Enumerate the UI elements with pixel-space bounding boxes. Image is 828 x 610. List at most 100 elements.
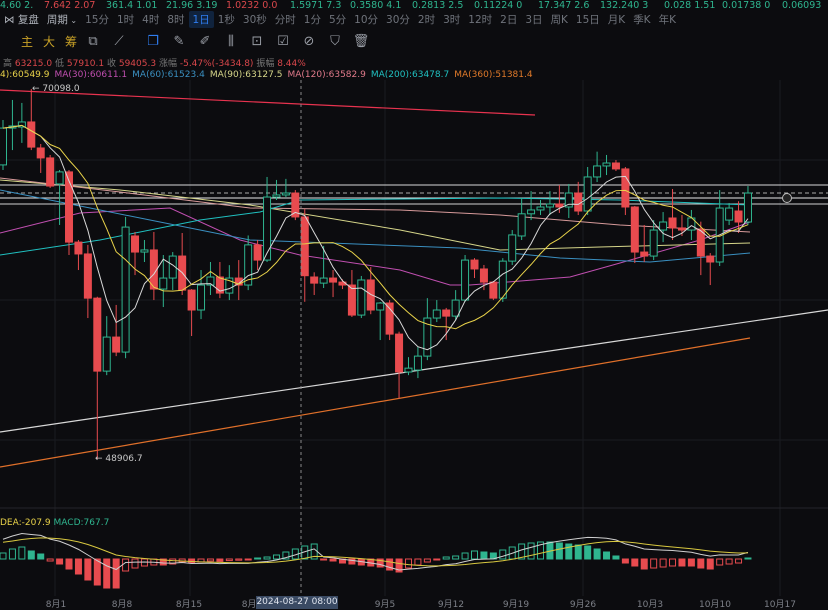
- candle-down: [310, 272, 319, 295]
- interval-12[interactable]: 2时: [414, 11, 439, 28]
- macd-bar-negative: [46, 558, 54, 562]
- interval-20[interactable]: 季K: [629, 11, 654, 28]
- macd-bar-negative: [74, 558, 82, 575]
- candle-body: [517, 213, 526, 237]
- magnet-icon[interactable]: ⊘: [296, 34, 322, 49]
- candle-body: [140, 249, 149, 253]
- candle-down: [93, 296, 102, 459]
- low-label: 低: [54, 59, 64, 69]
- edit-note-icon[interactable]: ☑: [270, 34, 296, 49]
- interval-6[interactable]: 30秒: [239, 11, 271, 28]
- ticker-item[interactable]: 0.028 1.51: [664, 0, 715, 11]
- candle-body: [611, 162, 620, 170]
- ticker-item[interactable]: 0.3580 4.1: [350, 0, 401, 11]
- ticker-item[interactable]: 0.06093: [782, 0, 821, 11]
- interval-10[interactable]: 10分: [350, 11, 382, 28]
- ticker-item[interactable]: 21.96 3.19: [166, 0, 217, 11]
- candle-down: [46, 154, 55, 188]
- interval-17[interactable]: 周K: [547, 11, 572, 28]
- layers-icon[interactable]: ❐: [140, 34, 166, 49]
- big-order-button[interactable]: 大: [40, 33, 58, 50]
- candle-body: [272, 194, 281, 198]
- macd-bar-negative: [678, 558, 686, 567]
- dea-value: DEA:-207.9: [0, 518, 51, 528]
- candle-body: [347, 284, 356, 316]
- ticker-item[interactable]: 0.11224 0: [474, 0, 522, 11]
- replay-button[interactable]: ⋈ 复盘: [0, 12, 43, 27]
- high-label: 高: [3, 59, 13, 69]
- pencil-icon[interactable]: ✎: [166, 34, 192, 49]
- macd-bar-positive: [480, 551, 488, 560]
- candle-up: [432, 300, 441, 323]
- candle-body: [479, 268, 488, 283]
- interval-2[interactable]: 4时: [138, 11, 163, 28]
- candle-down: [178, 233, 187, 295]
- interval-18[interactable]: 15日: [572, 11, 604, 28]
- interval-14[interactable]: 12时: [464, 11, 496, 28]
- interval-3[interactable]: 8时: [163, 11, 188, 28]
- candle-up: [423, 298, 432, 361]
- interval-7[interactable]: 分时: [271, 11, 300, 28]
- brush-icon[interactable]: ✐: [192, 34, 218, 49]
- kline-chart[interactable]: [0, 0, 828, 609]
- lock-icon[interactable]: ⊡: [244, 34, 270, 49]
- interval-5[interactable]: 1秒: [214, 11, 239, 28]
- chips-button[interactable]: 筹: [62, 33, 80, 50]
- macd-bar-negative: [216, 558, 224, 562]
- horizontal-lines: [0, 184, 828, 205]
- interval-13[interactable]: 3时: [439, 11, 464, 28]
- ticker-item[interactable]: 1.0232 0.0: [226, 0, 277, 11]
- ticker-item[interactable]: 1.5971 7.3: [290, 0, 341, 11]
- macd-legend: DEA:-207.9 MACD:767.7: [0, 518, 109, 528]
- ticker-item[interactable]: 0.01738 0: [722, 0, 770, 11]
- high-value: 63215.0: [14, 59, 53, 69]
- line-handle: [782, 193, 792, 203]
- measure-icon[interactable]: ⫼: [218, 34, 244, 49]
- x-tick: 9月5: [374, 600, 396, 610]
- macd-bar-positive: [442, 556, 450, 560]
- candle-up: [225, 265, 234, 301]
- candle-down: [74, 239, 83, 271]
- candle-body: [27, 121, 36, 148]
- chevron-down-icon: ⌄: [67, 16, 78, 25]
- draw-line-icon[interactable]: ⟋: [106, 34, 132, 49]
- candle-body: [555, 203, 564, 208]
- macd-bar-positive: [18, 546, 26, 560]
- x-tick: 10月17: [764, 600, 796, 610]
- candle-body: [121, 226, 130, 353]
- ticker-item[interactable]: 17.347 2.6: [538, 0, 589, 11]
- macd-bar-negative: [735, 558, 743, 564]
- interval-8[interactable]: 1分: [300, 11, 325, 28]
- macd-bar-negative: [84, 558, 92, 581]
- ticker-item[interactable]: 132.240 3: [600, 0, 648, 11]
- indicator-settings-icon[interactable]: ⧉: [80, 34, 106, 49]
- interval-11[interactable]: 30分: [382, 11, 414, 28]
- candle-body: [677, 227, 686, 231]
- ticker-item[interactable]: 361.4 1.01: [106, 0, 157, 11]
- ticker-item[interactable]: 4.60 2.: [0, 0, 33, 11]
- ticker-item[interactable]: 7.642 2.07: [44, 0, 95, 11]
- interval-16[interactable]: 3日: [521, 11, 546, 28]
- candle-down: [291, 190, 300, 221]
- candle-down: [442, 307, 451, 341]
- ticker-item[interactable]: 0.2813 2.5: [412, 0, 463, 11]
- candle-up: [602, 154, 611, 176]
- interval-1[interactable]: 1时: [113, 11, 138, 28]
- period-dropdown[interactable]: 周期 ⌄: [43, 12, 81, 27]
- macd-bar-negative: [659, 558, 667, 568]
- candle-body: [159, 277, 168, 290]
- interval-4[interactable]: 1日: [188, 11, 214, 28]
- candle-body: [131, 235, 140, 253]
- filter-icon[interactable]: ⛉: [322, 34, 348, 49]
- candle-up: [102, 316, 111, 376]
- interval-15[interactable]: 2日: [496, 11, 521, 28]
- interval-0[interactable]: 15分: [81, 11, 113, 28]
- trash-icon[interactable]: 🗑: [348, 34, 374, 49]
- candle-body: [545, 203, 554, 208]
- main-indicator-button[interactable]: 主: [18, 33, 36, 50]
- candle-body: [442, 309, 451, 317]
- amplitude-value: 8.44%: [277, 59, 306, 69]
- interval-21[interactable]: 年K: [655, 11, 680, 28]
- interval-9[interactable]: 5分: [325, 11, 350, 28]
- interval-19[interactable]: 月K: [604, 11, 629, 28]
